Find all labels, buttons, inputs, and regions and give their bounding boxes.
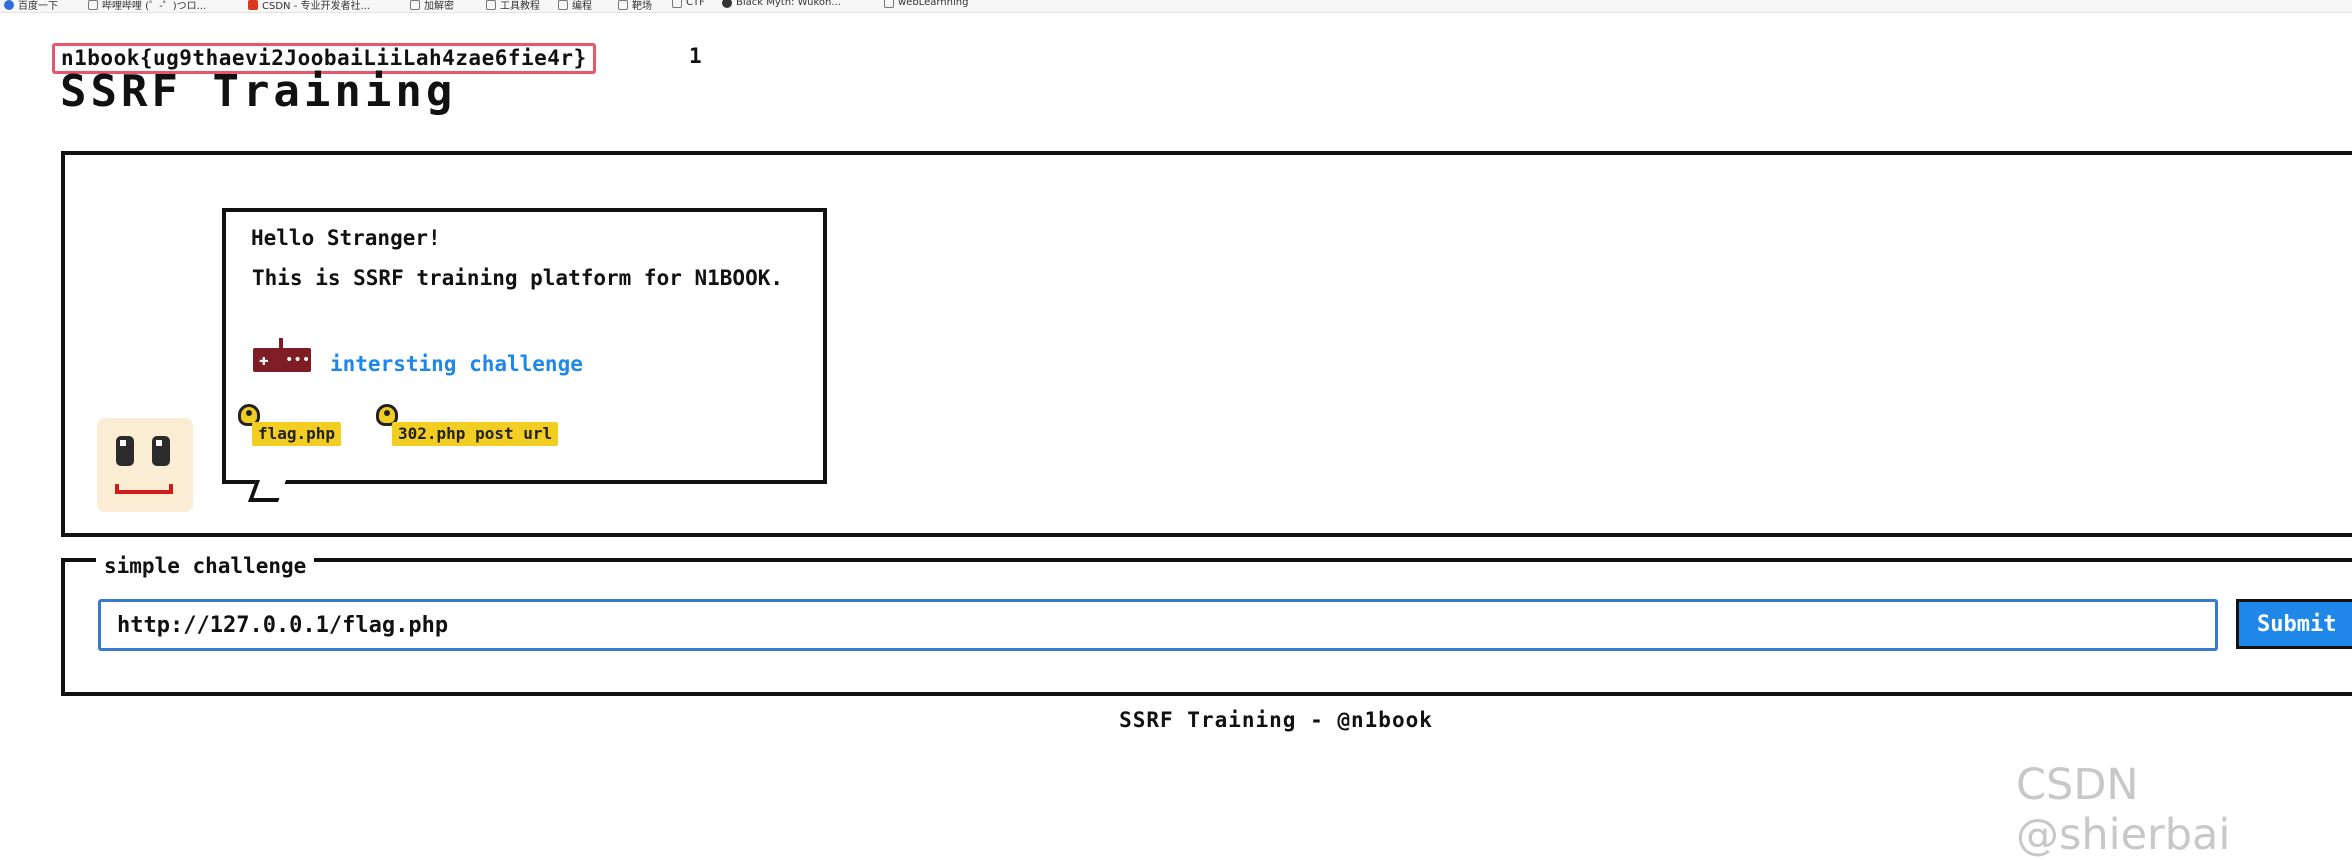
folder-icon — [618, 0, 628, 10]
right-eye-icon — [152, 436, 170, 466]
folder-icon — [672, 0, 682, 8]
bookmark-programming[interactable]: 编程 — [558, 0, 592, 12]
watermark: CSDN @shierbai — [2016, 760, 2231, 860]
bookmark-weblearning[interactable]: webLearnning — [884, 0, 968, 8]
bookmark-csdn[interactable]: CSDN - 专业开发者社... — [248, 0, 370, 12]
folder-icon — [884, 0, 894, 8]
folder-icon — [410, 0, 420, 10]
flag-suffix: 1 — [689, 44, 702, 68]
challenge-link[interactable]: intersting challenge — [330, 352, 583, 376]
tag-flag-php[interactable]: flag.php — [252, 422, 342, 446]
intro-text: This is SSRF training platform for N1BOO… — [252, 266, 784, 290]
folder-icon — [486, 0, 496, 10]
bookmark-wukong[interactable]: Black Myth: Wukon... — [722, 0, 841, 8]
csdn-icon — [248, 0, 258, 10]
bookmark-range[interactable]: 靶场 — [618, 0, 652, 12]
left-eye-icon — [116, 436, 134, 466]
bookmark-tools[interactable]: 工具教程 — [486, 0, 540, 12]
tag-302-php[interactable]: 302.php post url — [392, 422, 559, 446]
game-icon — [722, 0, 732, 8]
greeting-text: Hello Stranger! — [251, 226, 441, 250]
submit-button[interactable]: Submit — [2236, 599, 2352, 649]
folder-icon — [558, 0, 568, 10]
footer-text: SSRF Training - @n1book — [1119, 708, 1433, 732]
bookmark-bilibili[interactable]: 哔哩哔哩 (゜-゜)つロ... — [88, 0, 206, 12]
smile-icon — [115, 484, 173, 494]
bookmarks-bar: 百度一下 哔哩哔哩 (゜-゜)つロ... CSDN - 专业开发者社... 加解… — [0, 0, 2352, 13]
bookmark-baidu[interactable]: 百度一下 — [4, 0, 58, 12]
page-title: SSRF Training — [60, 66, 457, 117]
bookmark-crypto[interactable]: 加解密 — [410, 0, 454, 12]
url-input[interactable] — [98, 599, 2218, 651]
form-legend: simple challenge — [96, 552, 315, 580]
bookmark-ctf[interactable]: CTF — [672, 0, 705, 8]
gamepad-icon: ✚ ••• — [253, 338, 311, 372]
smiley-avatar — [97, 418, 193, 512]
baidu-icon — [4, 0, 14, 10]
bilibili-icon — [88, 0, 98, 10]
